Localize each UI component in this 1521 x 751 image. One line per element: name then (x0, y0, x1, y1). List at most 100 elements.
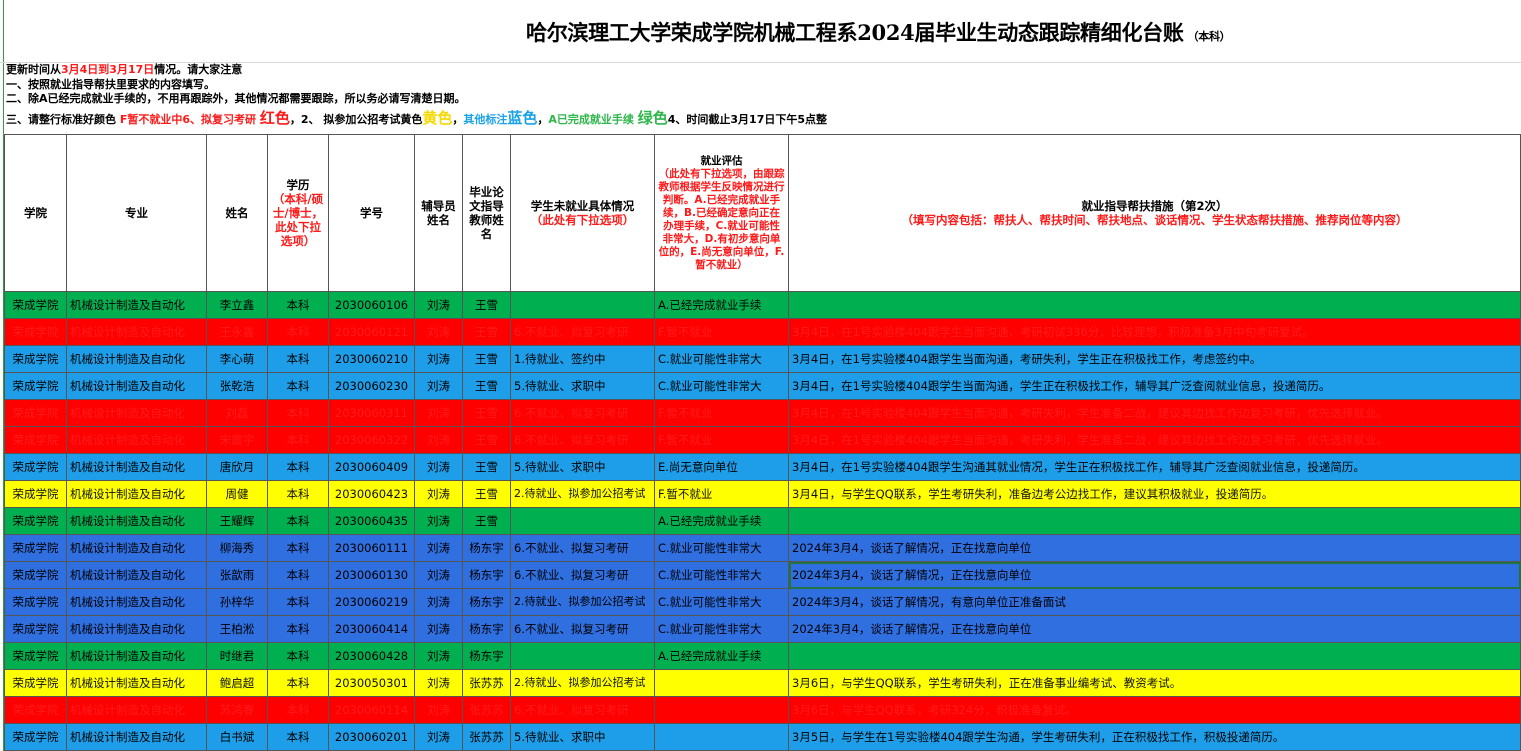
table-row[interactable]: 荣成学院 机械设计制造及自动化 李立鑫 本科 2030060106 刘涛 王雪 A.已经完成就… (4, 291, 1521, 319)
cell-measure[interactable]: 2024年3月4，谈话了解情况，正在找意向单位 (788, 534, 1521, 562)
cell-college[interactable]: 荣成学院 (4, 669, 67, 697)
cell-measure[interactable]: 2024年3月4，谈话了解情况，有意向单位正准备面试 (788, 588, 1521, 616)
cell-eval[interactable]: C.就业可能性非常大 (654, 372, 789, 400)
cell-eval[interactable]: C.就业可能性非常大 (654, 615, 789, 643)
cell-measure[interactable]: 3月4日，在1号实验楼404跟学生当面沟通，考研失利，学生准备二战，建议其边找工… (788, 399, 1521, 427)
cell-measure[interactable]: 3月4日，在1号实验楼404跟学生当面沟通，学生正在积极找工作，辅导其广泛查阅就… (788, 372, 1521, 400)
header-advisor[interactable]: 毕业论文指导教师姓名 (462, 134, 511, 292)
cell-college[interactable]: 荣成学院 (4, 507, 67, 535)
cell-degree[interactable]: 本科 (267, 669, 329, 697)
cell-measure[interactable]: 3月4日，在1号实验楼404跟学生当面沟通，考研失利，学生准备二战，建议其边找工… (788, 426, 1521, 454)
cell-student-id[interactable]: 2030060409 (328, 453, 415, 481)
cell-counselor[interactable]: 刘涛 (414, 723, 463, 751)
cell-advisor[interactable]: 杨东宇 (462, 561, 511, 589)
header-situation[interactable]: 学生未就业具体情况 （此处有下拉选项） (510, 134, 655, 292)
table-row[interactable]: 荣成学院 机械设计制造及自动化 时继君 本科 2030060428 刘涛 杨东宇 A.已经完成… (4, 642, 1521, 670)
cell-measure[interactable]: 3月4日，与学生QQ联系，学生考研失利，准备边考公边找工作，建议其积极就业，投递… (788, 480, 1521, 508)
cell-situation[interactable]: 6.不就业、拟复习考研 (510, 561, 655, 589)
note-rule-3[interactable]: 三、请整行标准好颜色 F暂不就业中6、拟复习考研 红色，2、 拟参加公招考试黄色… (6, 107, 1516, 129)
cell-counselor[interactable]: 刘涛 (414, 480, 463, 508)
cell-counselor[interactable]: 刘涛 (414, 291, 463, 319)
cell-degree[interactable]: 本科 (267, 615, 329, 643)
header-major[interactable]: 专业 (66, 134, 207, 292)
cell-advisor[interactable]: 王雪 (462, 453, 511, 481)
cell-major[interactable]: 机械设计制造及自动化 (66, 453, 207, 481)
cell-college[interactable]: 荣成学院 (4, 426, 67, 454)
cell-counselor[interactable]: 刘涛 (414, 399, 463, 427)
sheet-title[interactable]: 哈尔滨理工大学荣成学院机械工程系2024届毕业生动态跟踪精细化台账 （本科） (526, 17, 1231, 47)
cell-major[interactable]: 机械设计制造及自动化 (66, 696, 207, 724)
table-row[interactable]: 荣成学院 机械设计制造及自动化 孙梓华 本科 2030060219 刘涛 杨东宇 2.待就业、… (4, 588, 1521, 616)
cell-college[interactable]: 荣成学院 (4, 696, 67, 724)
cell-counselor[interactable]: 刘涛 (414, 534, 463, 562)
cell-degree[interactable]: 本科 (267, 399, 329, 427)
cell-eval[interactable] (654, 669, 789, 697)
cell-degree[interactable]: 本科 (267, 372, 329, 400)
note-rule-2[interactable]: 二、除A已经完成就业手续的，不用再跟踪外，其他情况都需要跟踪，所以务必请写清楚日… (6, 92, 1516, 107)
cell-degree[interactable]: 本科 (267, 696, 329, 724)
table-row[interactable]: 荣成学院 机械设计制造及自动化 苏鸿春 本科 2030060114 刘涛 张苏苏 6.不就业、… (4, 696, 1521, 724)
cell-situation[interactable]: 5.待就业、求职中 (510, 723, 655, 751)
cell-measure[interactable]: 2024年3月4，谈话了解情况，正在找意向单位 (788, 561, 1521, 589)
table-row[interactable]: 荣成学院 机械设计制造及自动化 王柏淞 本科 2030060414 刘涛 杨东宇 6.不就业、… (4, 615, 1521, 643)
cell-eval[interactable]: F.暂不就业 (654, 399, 789, 427)
cell-advisor[interactable]: 王雪 (462, 345, 511, 373)
cell-college[interactable]: 荣成学院 (4, 453, 67, 481)
cell-situation[interactable]: 2.待就业、拟参加公招考试 (510, 669, 655, 697)
cell-situation[interactable]: 5.待就业、求职中 (510, 372, 655, 400)
header-measures[interactable]: 就业指导帮扶措施（第2次） （填写内容包括：帮扶人、帮扶时间、帮扶地点、谈话情况、… (788, 134, 1521, 292)
cell-advisor[interactable]: 王雪 (462, 480, 511, 508)
cell-major[interactable]: 机械设计制造及自动化 (66, 291, 207, 319)
cell-advisor[interactable]: 杨东宇 (462, 615, 511, 643)
cell-eval[interactable]: A.已经完成就业手续 (654, 642, 789, 670)
header-college[interactable]: 学院 (4, 134, 67, 292)
cell-counselor[interactable]: 刘涛 (414, 669, 463, 697)
cell-eval[interactable]: C.就业可能性非常大 (654, 345, 789, 373)
cell-name[interactable]: 李心萌 (206, 345, 268, 373)
cell-name[interactable]: 张乾浩 (206, 372, 268, 400)
table-row[interactable]: 荣成学院 机械设计制造及自动化 唐欣月 本科 2030060409 刘涛 王雪 5.待就业、求… (4, 453, 1521, 481)
cell-counselor[interactable]: 刘涛 (414, 453, 463, 481)
cell-college[interactable]: 荣成学院 (4, 291, 67, 319)
cell-eval[interactable] (654, 723, 789, 751)
cell-degree[interactable]: 本科 (267, 345, 329, 373)
cell-counselor[interactable]: 刘涛 (414, 372, 463, 400)
cell-measure[interactable]: 3月5日，与学生在1号实验楼404跟学生沟通，学生考研失利，正在积极找工作，积极… (788, 723, 1521, 751)
cell-advisor[interactable]: 杨东宇 (462, 534, 511, 562)
cell-situation[interactable]: 2.待就业、拟参加公招考试 (510, 480, 655, 508)
cell-counselor[interactable]: 刘涛 (414, 696, 463, 724)
cell-college[interactable]: 荣成学院 (4, 642, 67, 670)
cell-student-id[interactable]: 2030060130 (328, 561, 415, 589)
cell-advisor[interactable]: 王雪 (462, 399, 511, 427)
cell-student-id[interactable]: 2030060219 (328, 588, 415, 616)
cell-name[interactable]: 苏鸿春 (206, 696, 268, 724)
cell-situation[interactable]: 5.待就业、求职中 (510, 453, 655, 481)
cell-major[interactable]: 机械设计制造及自动化 (66, 372, 207, 400)
cell-counselor[interactable]: 刘涛 (414, 318, 463, 346)
cell-eval[interactable]: F.暂不就业 (654, 480, 789, 508)
cell-degree[interactable]: 本科 (267, 534, 329, 562)
cell-eval[interactable]: C.就业可能性非常大 (654, 561, 789, 589)
header-counselor[interactable]: 辅导员姓名 (414, 134, 463, 292)
cell-situation[interactable] (510, 507, 655, 535)
cell-major[interactable]: 机械设计制造及自动化 (66, 507, 207, 535)
cell-advisor[interactable]: 王雪 (462, 318, 511, 346)
cell-eval[interactable]: C.就业可能性非常大 (654, 534, 789, 562)
cell-major[interactable]: 机械设计制造及自动化 (66, 642, 207, 670)
header-student-id[interactable]: 学号 (328, 134, 415, 292)
cell-measure[interactable]: 3月6日，与学生QQ联系，学生考研失利，正在准备事业编考试、教资考试。 (788, 669, 1521, 697)
cell-major[interactable]: 机械设计制造及自动化 (66, 345, 207, 373)
cell-measure[interactable]: 2024年3月4，谈话了解情况，正在找意向单位 (788, 615, 1521, 643)
cell-counselor[interactable]: 刘涛 (414, 642, 463, 670)
cell-college[interactable]: 荣成学院 (4, 615, 67, 643)
cell-eval[interactable]: A.已经完成就业手续 (654, 507, 789, 535)
cell-degree[interactable]: 本科 (267, 561, 329, 589)
cell-college[interactable]: 荣成学院 (4, 534, 67, 562)
cell-counselor[interactable]: 刘涛 (414, 507, 463, 535)
cell-name[interactable]: 鲍启超 (206, 669, 268, 697)
cell-name[interactable]: 刘磊 (206, 399, 268, 427)
cell-situation[interactable]: 6.不就业、拟复习考研 (510, 696, 655, 724)
table-row[interactable]: 荣成学院 机械设计制造及自动化 白书斌 本科 2030060201 刘涛 张苏苏 5.待就业、… (4, 723, 1521, 751)
cell-situation[interactable]: 6.不就业、拟复习考研 (510, 534, 655, 562)
note-rule-1[interactable]: 一、按照就业指导帮扶里要求的内容填写。 (6, 78, 1516, 93)
